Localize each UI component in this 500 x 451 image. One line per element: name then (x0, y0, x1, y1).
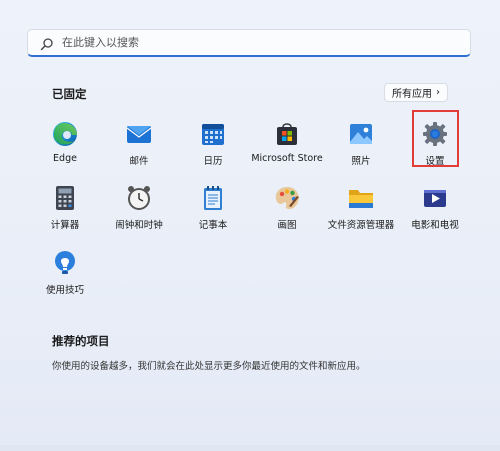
photos-icon (347, 120, 375, 148)
app-label: 电影和电视 (411, 220, 459, 231)
app-notepad[interactable]: 记事本 (173, 184, 253, 242)
app-calculator[interactable]: 计算器 (25, 184, 105, 242)
recommended-description: 你使用的设备越多，我们就会在此处显示更多你最近使用的文件和新应用。 (52, 361, 366, 372)
app-label: 照片 (351, 156, 371, 167)
app-label: 闹钟和时钟 (115, 220, 163, 231)
search-box[interactable] (27, 29, 471, 57)
app-calendar[interactable]: 日历 (173, 120, 253, 178)
app-tips[interactable]: 使用技巧 (25, 249, 105, 307)
pinned-title: 已固定 (52, 87, 87, 101)
clock-icon (125, 184, 153, 212)
app-mail[interactable]: 邮件 (99, 120, 179, 178)
settings-highlight-box (412, 110, 459, 167)
all-apps-button[interactable]: 所有应用 › (384, 83, 448, 102)
app-label: Edge (53, 153, 77, 164)
app-paint[interactable]: 画图 (247, 184, 327, 242)
chevron-right-icon: › (436, 87, 440, 98)
app-movies-tv[interactable]: 电影和电视 (395, 184, 475, 242)
edge-icon (51, 120, 79, 148)
app-edge[interactable]: Edge (25, 120, 105, 178)
app-label: 文件资源管理器 (327, 220, 395, 231)
store-icon (273, 120, 301, 148)
app-microsoft-store[interactable]: Microsoft Store (247, 120, 327, 178)
app-label: 邮件 (129, 156, 149, 167)
calculator-icon (51, 184, 79, 212)
notepad-icon (199, 184, 227, 212)
app-file-explorer[interactable]: 文件资源管理器 (321, 184, 401, 242)
search-input[interactable] (60, 35, 444, 50)
start-menu: 已固定 所有应用 › Edge (0, 0, 500, 451)
app-label: Microsoft Store (251, 153, 323, 164)
bottom-bar (0, 445, 500, 451)
calendar-icon (199, 120, 227, 148)
tips-icon (51, 249, 79, 277)
mail-icon (125, 120, 153, 148)
search-icon (40, 36, 54, 50)
folder-icon (347, 184, 375, 212)
recommended-title: 推荐的项目 (52, 334, 110, 348)
app-photos[interactable]: 照片 (321, 120, 401, 178)
app-label: 记事本 (198, 220, 228, 231)
paint-icon (273, 184, 301, 212)
app-label: 日历 (203, 156, 223, 167)
all-apps-label: 所有应用 (392, 89, 432, 100)
app-alarms-clock[interactable]: 闹钟和时钟 (99, 184, 179, 242)
movies-icon (421, 184, 449, 212)
app-label: 使用技巧 (45, 285, 84, 296)
app-label: 计算器 (50, 220, 80, 231)
app-label: 画图 (277, 220, 297, 231)
